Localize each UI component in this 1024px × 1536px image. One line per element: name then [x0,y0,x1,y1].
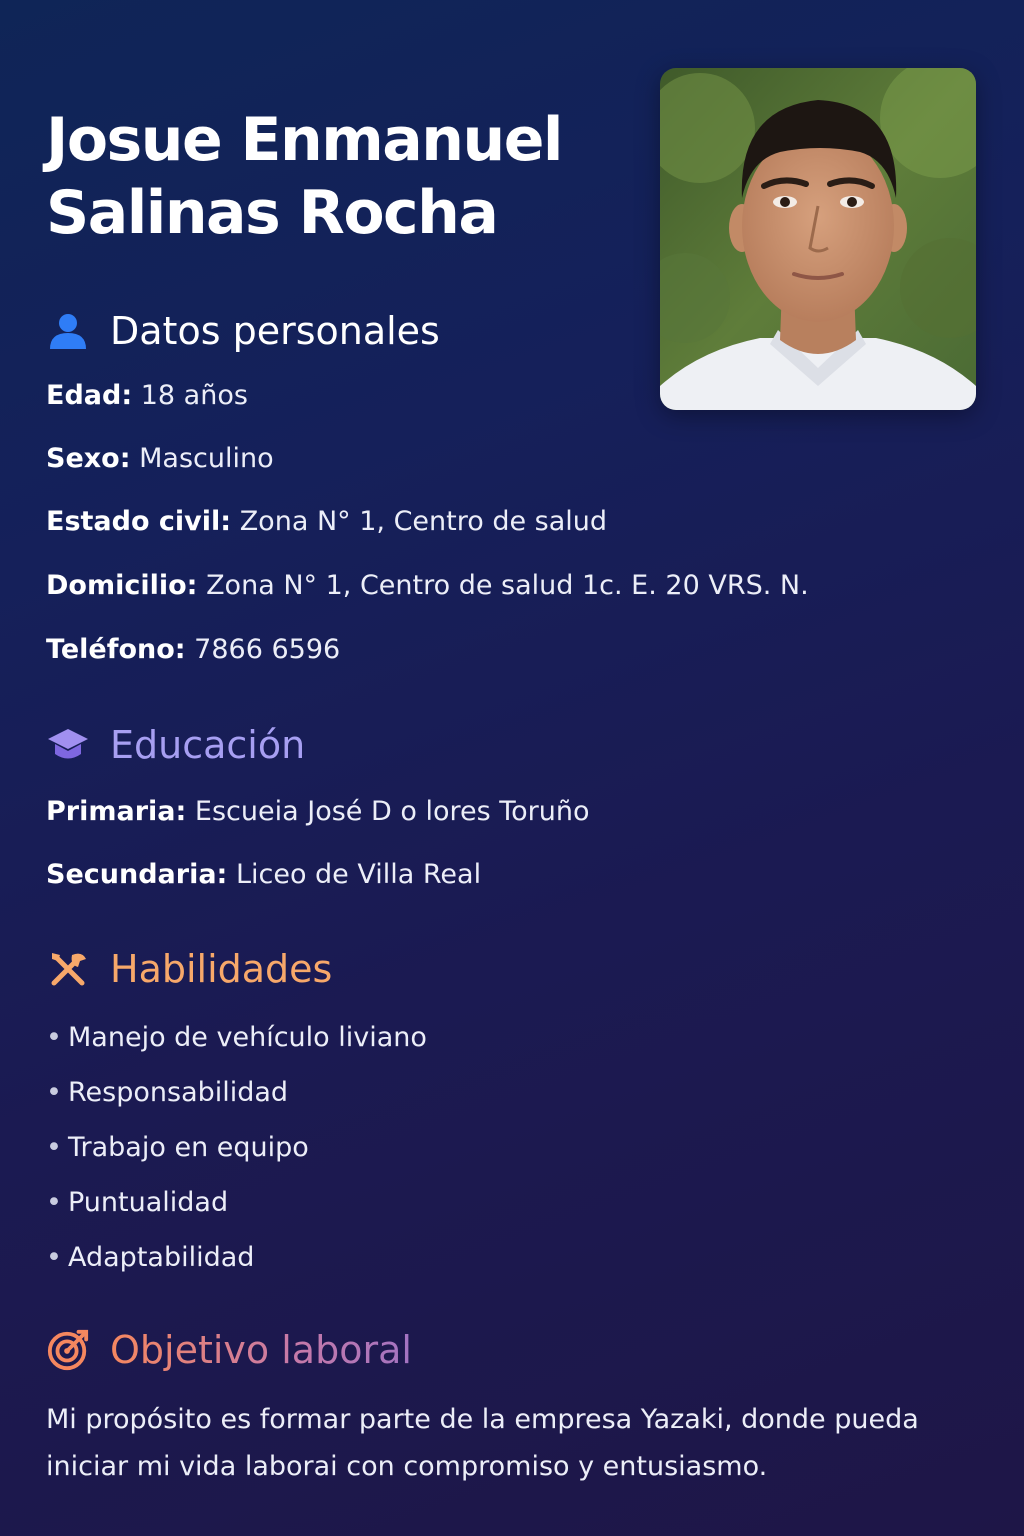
bullet-icon: • [46,1077,62,1108]
list-item: • Puntualidad [46,1182,427,1237]
bullet-icon: • [46,1132,62,1163]
bullet-icon: • [46,1022,62,1053]
field-sex: Sexo: Masculino [46,443,274,474]
field-age-label: Edad: [46,380,133,411]
field-primary-school-label: Primaria: [46,796,187,827]
field-phone: Teléfono: 7866 6596 [46,634,340,665]
field-phone-label: Teléfono: [46,634,186,665]
list-item: • Adaptabilidad [46,1237,427,1292]
bullet-icon: • [46,1187,62,1218]
tools-icon [46,947,90,991]
field-address: Domicilio: Zona N° 1, Centro de salud 1c… [46,570,809,601]
field-address-label: Domicilio: [46,570,198,601]
field-civil-status-value: Zona N° 1, Centro de salud [239,506,608,537]
field-secondary-school-label: Secundaria: [46,859,228,890]
skills-list: • Manejo de vehículo liviano • Responsabil… [46,1017,427,1292]
skill-text: Trabajo en equipo [68,1132,309,1163]
person-icon [46,309,90,353]
skill-text: Puntualidad [68,1187,229,1218]
field-sex-value: Masculino [139,443,274,474]
field-civil-status-label: Estado civil: [46,506,232,537]
section-skills-header: Habilidades [46,944,332,994]
section-education-title: Educación [110,723,306,767]
section-education-header: Educación [46,720,305,770]
skill-text: Manejo de vehículo liviano [68,1022,427,1053]
section-objective-header: Objetivo laboral [46,1325,412,1375]
target-icon [46,1328,90,1372]
objective-text: Mi propósito es formar parte de la empre… [46,1404,919,1482]
field-sex-label: Sexo: [46,443,131,474]
list-item: • Manejo de vehículo liviano [46,1017,427,1072]
section-personal-header: Datos personales [46,306,440,356]
skill-text: Adaptabilidad [68,1242,255,1273]
section-skills-title: Habilidades [110,947,333,991]
candidate-name: Josue Enmanuel Salinas Rocha [46,104,646,250]
field-primary-school-value: Escueia José D o lores Toruño [194,796,590,827]
candidate-name-line-2: Salinas Rocha [46,178,499,248]
bullet-icon: • [46,1242,62,1273]
list-item: • Trabajo en equipo [46,1127,427,1182]
field-civil-status: Estado civil: Zona N° 1, Centro de salud [46,506,607,537]
list-item: • Responsabilidad [46,1072,427,1127]
skill-text: Responsabilidad [68,1077,289,1108]
section-objective-title: Objetivo laboral [110,1328,412,1372]
field-secondary-school-value: Liceo de Villa Real [235,859,482,890]
field-secondary-school: Secundaria: Liceo de Villa Real [46,859,481,890]
field-age-value: 18 años [140,380,248,411]
section-personal-title: Datos personales [110,309,440,353]
field-primary-school: Primaria: Escueia José D o lores Toruño [46,796,590,827]
profile-photo [660,68,976,410]
field-phone-value: 7866 6596 [194,634,341,665]
field-address-value: Zona N° 1, Centro de salud 1c. E. 20 VRS… [206,570,809,601]
candidate-name-line-1: Josue Enmanuel [46,105,563,175]
field-age: Edad: 18 años [46,380,248,411]
graduation-cap-icon [46,723,90,767]
